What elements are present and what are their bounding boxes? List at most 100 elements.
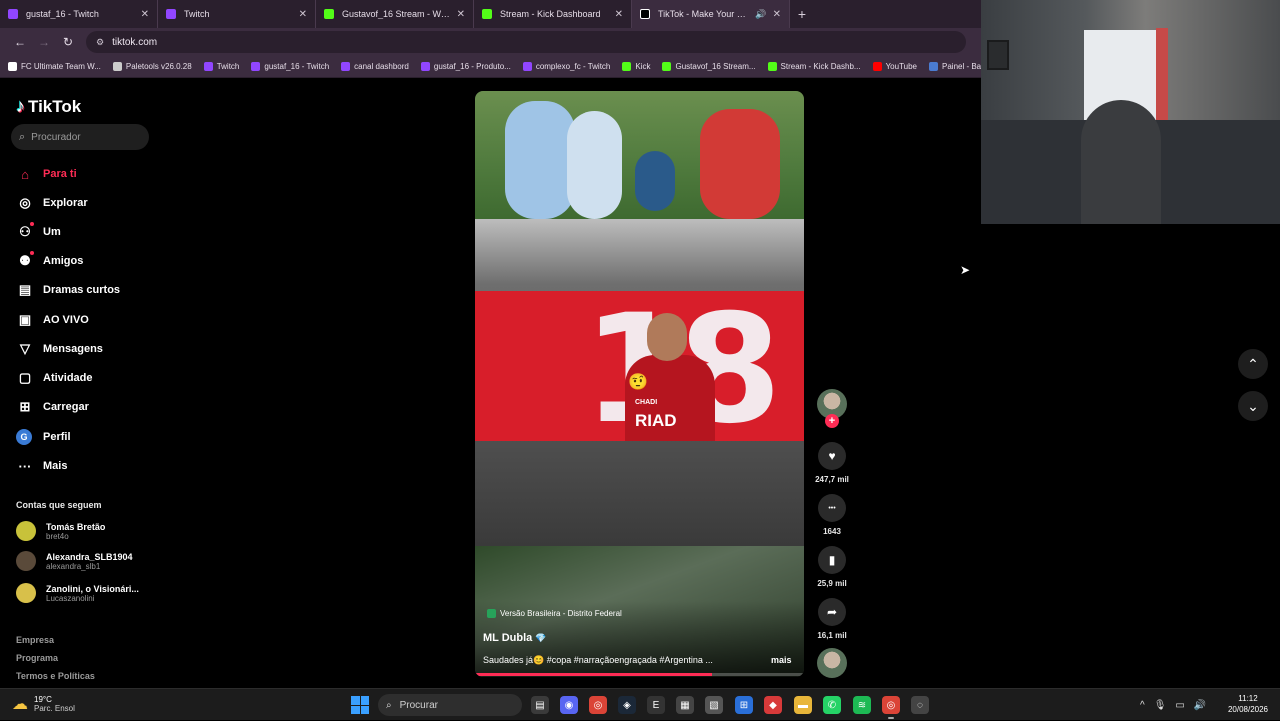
browser-tab[interactable]: Twitch ✕ xyxy=(158,0,316,28)
bookmark-favicon-icon xyxy=(341,62,351,71)
comment-button[interactable]: ••• 1643 xyxy=(812,494,852,536)
following-item[interactable]: Tomás Bretão bret4o xyxy=(16,521,105,541)
home-icon: ⌂ xyxy=(21,166,29,182)
video-progress-bar[interactable] xyxy=(475,673,804,676)
bookmark-label: complexo_fc - Twitch xyxy=(535,62,611,71)
tab-audio-icon[interactable]: 🔊 xyxy=(755,9,766,20)
tab-close-icon[interactable]: ✕ xyxy=(299,9,307,20)
obs-icon[interactable]: ◌ xyxy=(911,696,929,714)
tray-icon[interactable]: ▭ xyxy=(1175,700,1184,711)
caption-more-button[interactable]: mais xyxy=(771,655,792,665)
browser-tab[interactable]: Gustavof_16 Stream - Watch Li ✕ xyxy=(316,0,474,28)
bookmark-favicon-icon xyxy=(251,62,261,71)
taskbar-search-input[interactable] xyxy=(399,699,500,711)
bookmark-item[interactable]: Twitch xyxy=(203,62,239,71)
bookmark-item[interactable]: Stream - Kick Dashb... xyxy=(767,62,861,71)
back-icon[interactable]: ← xyxy=(8,30,32,54)
activity-icon: ▢ xyxy=(18,370,32,385)
browser-tab[interactable]: Stream - Kick Dashboard ✕ xyxy=(474,0,632,28)
following-name: Alexandra_SLB1904 xyxy=(46,551,133,562)
file-explorer-icon[interactable]: ▤ xyxy=(531,696,549,714)
store-icon[interactable]: ⊞ xyxy=(735,696,753,714)
tab-favicon-icon xyxy=(166,9,176,19)
video-location[interactable]: Versão Brasileira - Distrito Federal xyxy=(487,609,622,618)
bookmark-button[interactable]: ▮ 25,9 mil xyxy=(812,546,852,588)
discord-icon[interactable]: ◉ xyxy=(560,696,578,714)
clock[interactable]: 11:12 20/08/2026 xyxy=(1226,694,1270,714)
recorder-icon[interactable]: ◆ xyxy=(764,696,782,714)
bookmark-item[interactable]: gustaf_16 - Twitch xyxy=(251,62,329,71)
new-tab-button[interactable]: + xyxy=(790,0,814,28)
search-box[interactable]: ⌕ xyxy=(11,124,149,150)
sidebar-item-atividade[interactable]: ▢ Atividade xyxy=(16,368,93,388)
previous-video-button[interactable]: ⌃ xyxy=(1238,349,1268,379)
steam-icon[interactable]: ◈ xyxy=(618,696,636,714)
folder-icon[interactable]: ▬ xyxy=(794,696,812,714)
sidebar-item-para-ti[interactable]: ⌂ Para ti xyxy=(16,164,77,184)
tab-close-icon[interactable]: ✕ xyxy=(141,9,149,20)
bookmark-item[interactable]: Paletools v26.0.28 xyxy=(112,62,192,71)
following-item[interactable]: Alexandra_SLB1904 alexandra_slb1 xyxy=(16,551,133,571)
next-video-button[interactable]: ⌄ xyxy=(1238,391,1268,421)
share-button[interactable]: ➦ 16,1 mil xyxy=(812,598,852,640)
sidebar-item-label: Perfil xyxy=(43,431,71,443)
taskbar-search[interactable]: ⌕ xyxy=(378,694,522,716)
bookmark-favicon-icon xyxy=(112,62,122,71)
sidebar-item-um[interactable]: ⚇ Um xyxy=(16,222,61,242)
weather-widget[interactable]: ☁ 19°C Parc. Ensol xyxy=(12,694,75,714)
video-player[interactable]: 18 CHADI RIAD 🤨 Versão Brasileira - Dist… xyxy=(475,91,804,677)
following-item[interactable]: Zanolini, o Visionári... Lucaszanolini xyxy=(16,583,139,603)
tray-icon[interactable]: 🎙 xyxy=(1154,700,1167,711)
sidebar-item-dramas-curtos[interactable]: ▤ Dramas curtos xyxy=(16,280,120,300)
sound-avatar[interactable] xyxy=(817,648,847,678)
forward-icon[interactable]: → xyxy=(32,30,56,54)
sidebar-item-amigos[interactable]: ⚉ Amigos xyxy=(16,251,83,271)
bookmark-item[interactable]: Gustavof_16 Stream... xyxy=(662,62,756,71)
following-name: Tomás Bretão xyxy=(46,521,106,532)
tiktok-logo[interactable]: ♪ TikTok xyxy=(16,96,81,117)
epic-icon[interactable]: E xyxy=(647,696,665,714)
tab-title: TikTok - Make Your Day xyxy=(658,9,752,19)
video-frame-top xyxy=(475,91,804,219)
footer-link[interactable]: Termos e Políticas xyxy=(16,671,95,681)
bookmark-item[interactable]: Kick xyxy=(622,62,650,71)
search-input[interactable] xyxy=(31,131,132,143)
spotify-icon[interactable]: ≋ xyxy=(853,696,871,714)
footer-link[interactable]: Empresa xyxy=(16,635,54,645)
app-a-icon[interactable]: ▦ xyxy=(676,696,694,714)
bookmark-item[interactable]: Painel - Bah xyxy=(929,62,981,71)
sidebar-item-label: Para ti xyxy=(43,168,77,180)
url-bar[interactable]: ⚙ tiktok.com xyxy=(86,31,966,53)
tab-close-icon[interactable]: ✕ xyxy=(773,9,781,20)
tab-close-icon[interactable]: ✕ xyxy=(457,9,465,20)
browser-tab[interactable]: gustaf_16 - Twitch ✕ xyxy=(0,0,158,28)
follow-plus-button[interactable]: + xyxy=(825,414,839,428)
sidebar-item-carregar[interactable]: ⊞ Carregar xyxy=(16,397,89,417)
bookmark-item[interactable]: complexo_fc - Twitch xyxy=(522,62,611,71)
footer-link[interactable]: Programa xyxy=(16,653,58,663)
sidebar-item-mais[interactable]: ··· Mais xyxy=(16,456,68,476)
bookmark-item[interactable]: YouTube xyxy=(872,62,917,71)
tray-icon[interactable]: ^ xyxy=(1140,700,1145,711)
chrome-active-icon[interactable]: ◎ xyxy=(882,696,900,719)
sidebar-item-explorar[interactable]: ◎ Explorar xyxy=(16,193,87,213)
bookmark-item[interactable]: FC Ultimate Team W... xyxy=(8,62,101,71)
like-button[interactable]: ♥ 247,7 mil xyxy=(812,442,852,484)
whatsapp-icon[interactable]: ✆ xyxy=(823,696,841,714)
app-b-icon[interactable]: ▧ xyxy=(705,696,723,714)
sidebar-item-perfil[interactable]: G Perfil xyxy=(16,427,71,447)
reload-icon[interactable]: ↻ xyxy=(56,30,80,54)
friends-icon: ⚉ xyxy=(19,253,31,268)
site-info-icon[interactable]: ⚙ xyxy=(96,37,104,48)
video-author[interactable]: ML Dubla 💎 xyxy=(483,632,547,644)
bookmark-item[interactable]: canal dashbord xyxy=(341,62,409,71)
browser-tab[interactable]: TikTok - Make Your Day 🔊 ✕ xyxy=(632,0,790,28)
video-caption: Saudades já😊 #copa #narraçãoengraçada #A… xyxy=(483,655,713,665)
sidebar-item-ao-vivo[interactable]: ▣ AO VIVO xyxy=(16,310,89,330)
tab-close-icon[interactable]: ✕ xyxy=(615,9,623,20)
start-button[interactable] xyxy=(351,696,369,714)
chrome-icon[interactable]: ◎ xyxy=(589,696,607,714)
sidebar-item-mensagens[interactable]: ▽ Mensagens xyxy=(16,339,103,359)
bookmark-item[interactable]: gustaf_16 - Produto... xyxy=(420,62,511,71)
tray-icon[interactable]: 🔊 xyxy=(1194,700,1206,711)
